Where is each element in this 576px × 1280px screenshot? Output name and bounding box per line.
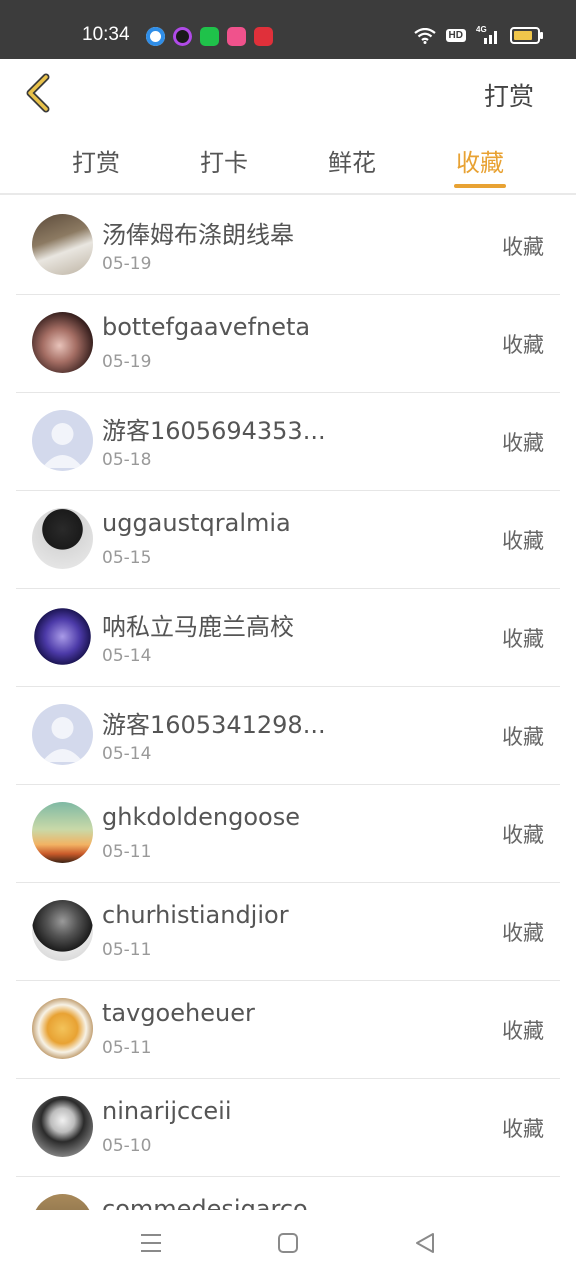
record-date: 05-18 bbox=[102, 450, 152, 470]
chevron-left-icon[interactable] bbox=[22, 71, 62, 115]
notification-icons bbox=[146, 27, 273, 46]
status-bar: 10:34 HD 4G bbox=[0, 0, 576, 59]
user-name: 游客1605341298... bbox=[102, 711, 326, 739]
tab-label: 鲜花 bbox=[328, 149, 376, 177]
record-date: 05-19 bbox=[102, 352, 152, 372]
list-item[interactable]: ninarijcceii 05-10 收藏 bbox=[16, 1079, 560, 1177]
battery-icon bbox=[510, 27, 543, 44]
list-item[interactable]: uggaustqralmia 05-15 收藏 bbox=[16, 491, 560, 589]
user-name: uggaustqralmia bbox=[102, 509, 291, 537]
list-item[interactable]: commedesigarco bbox=[16, 1177, 560, 1210]
avatar[interactable] bbox=[32, 410, 93, 471]
avatar[interactable] bbox=[32, 214, 93, 275]
list-item[interactable]: 游客1605694353... 05-18 收藏 bbox=[16, 393, 560, 491]
user-name: ninarijcceii bbox=[102, 1097, 232, 1125]
tab-bar: 打赏 打卡 鲜花 收藏 bbox=[0, 129, 576, 195]
tab-favorites[interactable]: 收藏 bbox=[430, 143, 530, 188]
record-date: 05-14 bbox=[102, 646, 152, 666]
tab-label: 打卡 bbox=[200, 149, 248, 177]
hd-badge: HD bbox=[445, 29, 466, 42]
record-type: 收藏 bbox=[502, 627, 544, 651]
tab-checkin[interactable]: 打卡 bbox=[174, 143, 274, 178]
avatar[interactable] bbox=[32, 606, 93, 667]
record-date: 05-19 bbox=[102, 254, 152, 274]
record-date: 05-11 bbox=[102, 1038, 152, 1058]
record-date: 05-15 bbox=[102, 548, 152, 568]
video-app-icon bbox=[173, 27, 192, 46]
list-item[interactable]: 游客1605341298... 05-14 收藏 bbox=[16, 687, 560, 785]
tab-flowers[interactable]: 鲜花 bbox=[302, 143, 402, 178]
user-name: ghkdoldengoose bbox=[102, 803, 301, 831]
avatar[interactable] bbox=[32, 312, 93, 373]
header-action-reward[interactable]: 打赏 bbox=[484, 77, 534, 113]
iqiyi-app-icon bbox=[200, 27, 219, 46]
list-item[interactable]: 呐私立马鹿兰高校 05-14 收藏 bbox=[16, 589, 560, 687]
status-time: 10:34 bbox=[82, 24, 130, 45]
record-list[interactable]: 汤俸姆布涤朗线皋 05-19 收藏 bottefgaavefneta 05-19… bbox=[16, 197, 560, 1210]
record-date: 05-11 bbox=[102, 940, 152, 960]
wifi-icon bbox=[413, 27, 436, 44]
record-type: 收藏 bbox=[502, 725, 544, 749]
record-type: 收藏 bbox=[502, 921, 544, 945]
tab-reward[interactable]: 打赏 bbox=[46, 143, 146, 178]
record-type: 收藏 bbox=[502, 333, 544, 357]
live-app-icon bbox=[227, 27, 246, 46]
list-item[interactable]: 汤俸姆布涤朗线皋 05-19 收藏 bbox=[16, 197, 560, 295]
user-name: tavgoeheuer bbox=[102, 999, 255, 1027]
list-item[interactable]: churhistiandjior 05-11 收藏 bbox=[16, 883, 560, 981]
signal-icon: 4G bbox=[476, 25, 500, 44]
record-date: 05-14 bbox=[102, 744, 152, 764]
shop-app-icon bbox=[254, 27, 273, 46]
avatar[interactable] bbox=[32, 704, 93, 765]
active-tab-indicator bbox=[454, 184, 506, 188]
avatar[interactable] bbox=[32, 802, 93, 863]
browser-app-icon bbox=[146, 27, 165, 46]
tab-label: 打赏 bbox=[72, 149, 120, 177]
menu-icon[interactable] bbox=[140, 1232, 162, 1254]
record-type: 收藏 bbox=[502, 823, 544, 847]
record-type: 收藏 bbox=[502, 235, 544, 259]
record-date: 05-11 bbox=[102, 842, 152, 862]
avatar[interactable] bbox=[32, 998, 93, 1059]
avatar[interactable] bbox=[32, 900, 93, 961]
system-nav-bar bbox=[0, 1210, 576, 1280]
record-type: 收藏 bbox=[502, 1019, 544, 1043]
user-name: 汤俸姆布涤朗线皋 bbox=[102, 221, 294, 249]
user-name: 游客1605694353... bbox=[102, 417, 326, 445]
user-name: churhistiandjior bbox=[102, 901, 289, 929]
list-item[interactable]: ghkdoldengoose 05-11 收藏 bbox=[16, 785, 560, 883]
avatar[interactable] bbox=[32, 508, 93, 569]
user-name: bottefgaavefneta bbox=[102, 313, 311, 341]
avatar[interactable] bbox=[32, 1194, 93, 1210]
tab-label: 收藏 bbox=[456, 149, 504, 177]
top-header: 打赏 bbox=[0, 59, 576, 129]
record-type: 收藏 bbox=[502, 431, 544, 455]
record-type: 收藏 bbox=[502, 1117, 544, 1141]
record-type: 收藏 bbox=[502, 529, 544, 553]
list-item[interactable]: bottefgaavefneta 05-19 收藏 bbox=[16, 295, 560, 393]
list-item[interactable]: tavgoeheuer 05-11 收藏 bbox=[16, 981, 560, 1079]
avatar[interactable] bbox=[32, 1096, 93, 1157]
record-date: 05-10 bbox=[102, 1136, 152, 1156]
home-square-icon[interactable] bbox=[277, 1232, 299, 1254]
user-name: commedesigarco bbox=[102, 1195, 308, 1210]
status-indicators: HD 4G bbox=[413, 25, 543, 44]
back-triangle-icon[interactable] bbox=[414, 1232, 436, 1254]
user-name: 呐私立马鹿兰高校 bbox=[102, 613, 294, 641]
